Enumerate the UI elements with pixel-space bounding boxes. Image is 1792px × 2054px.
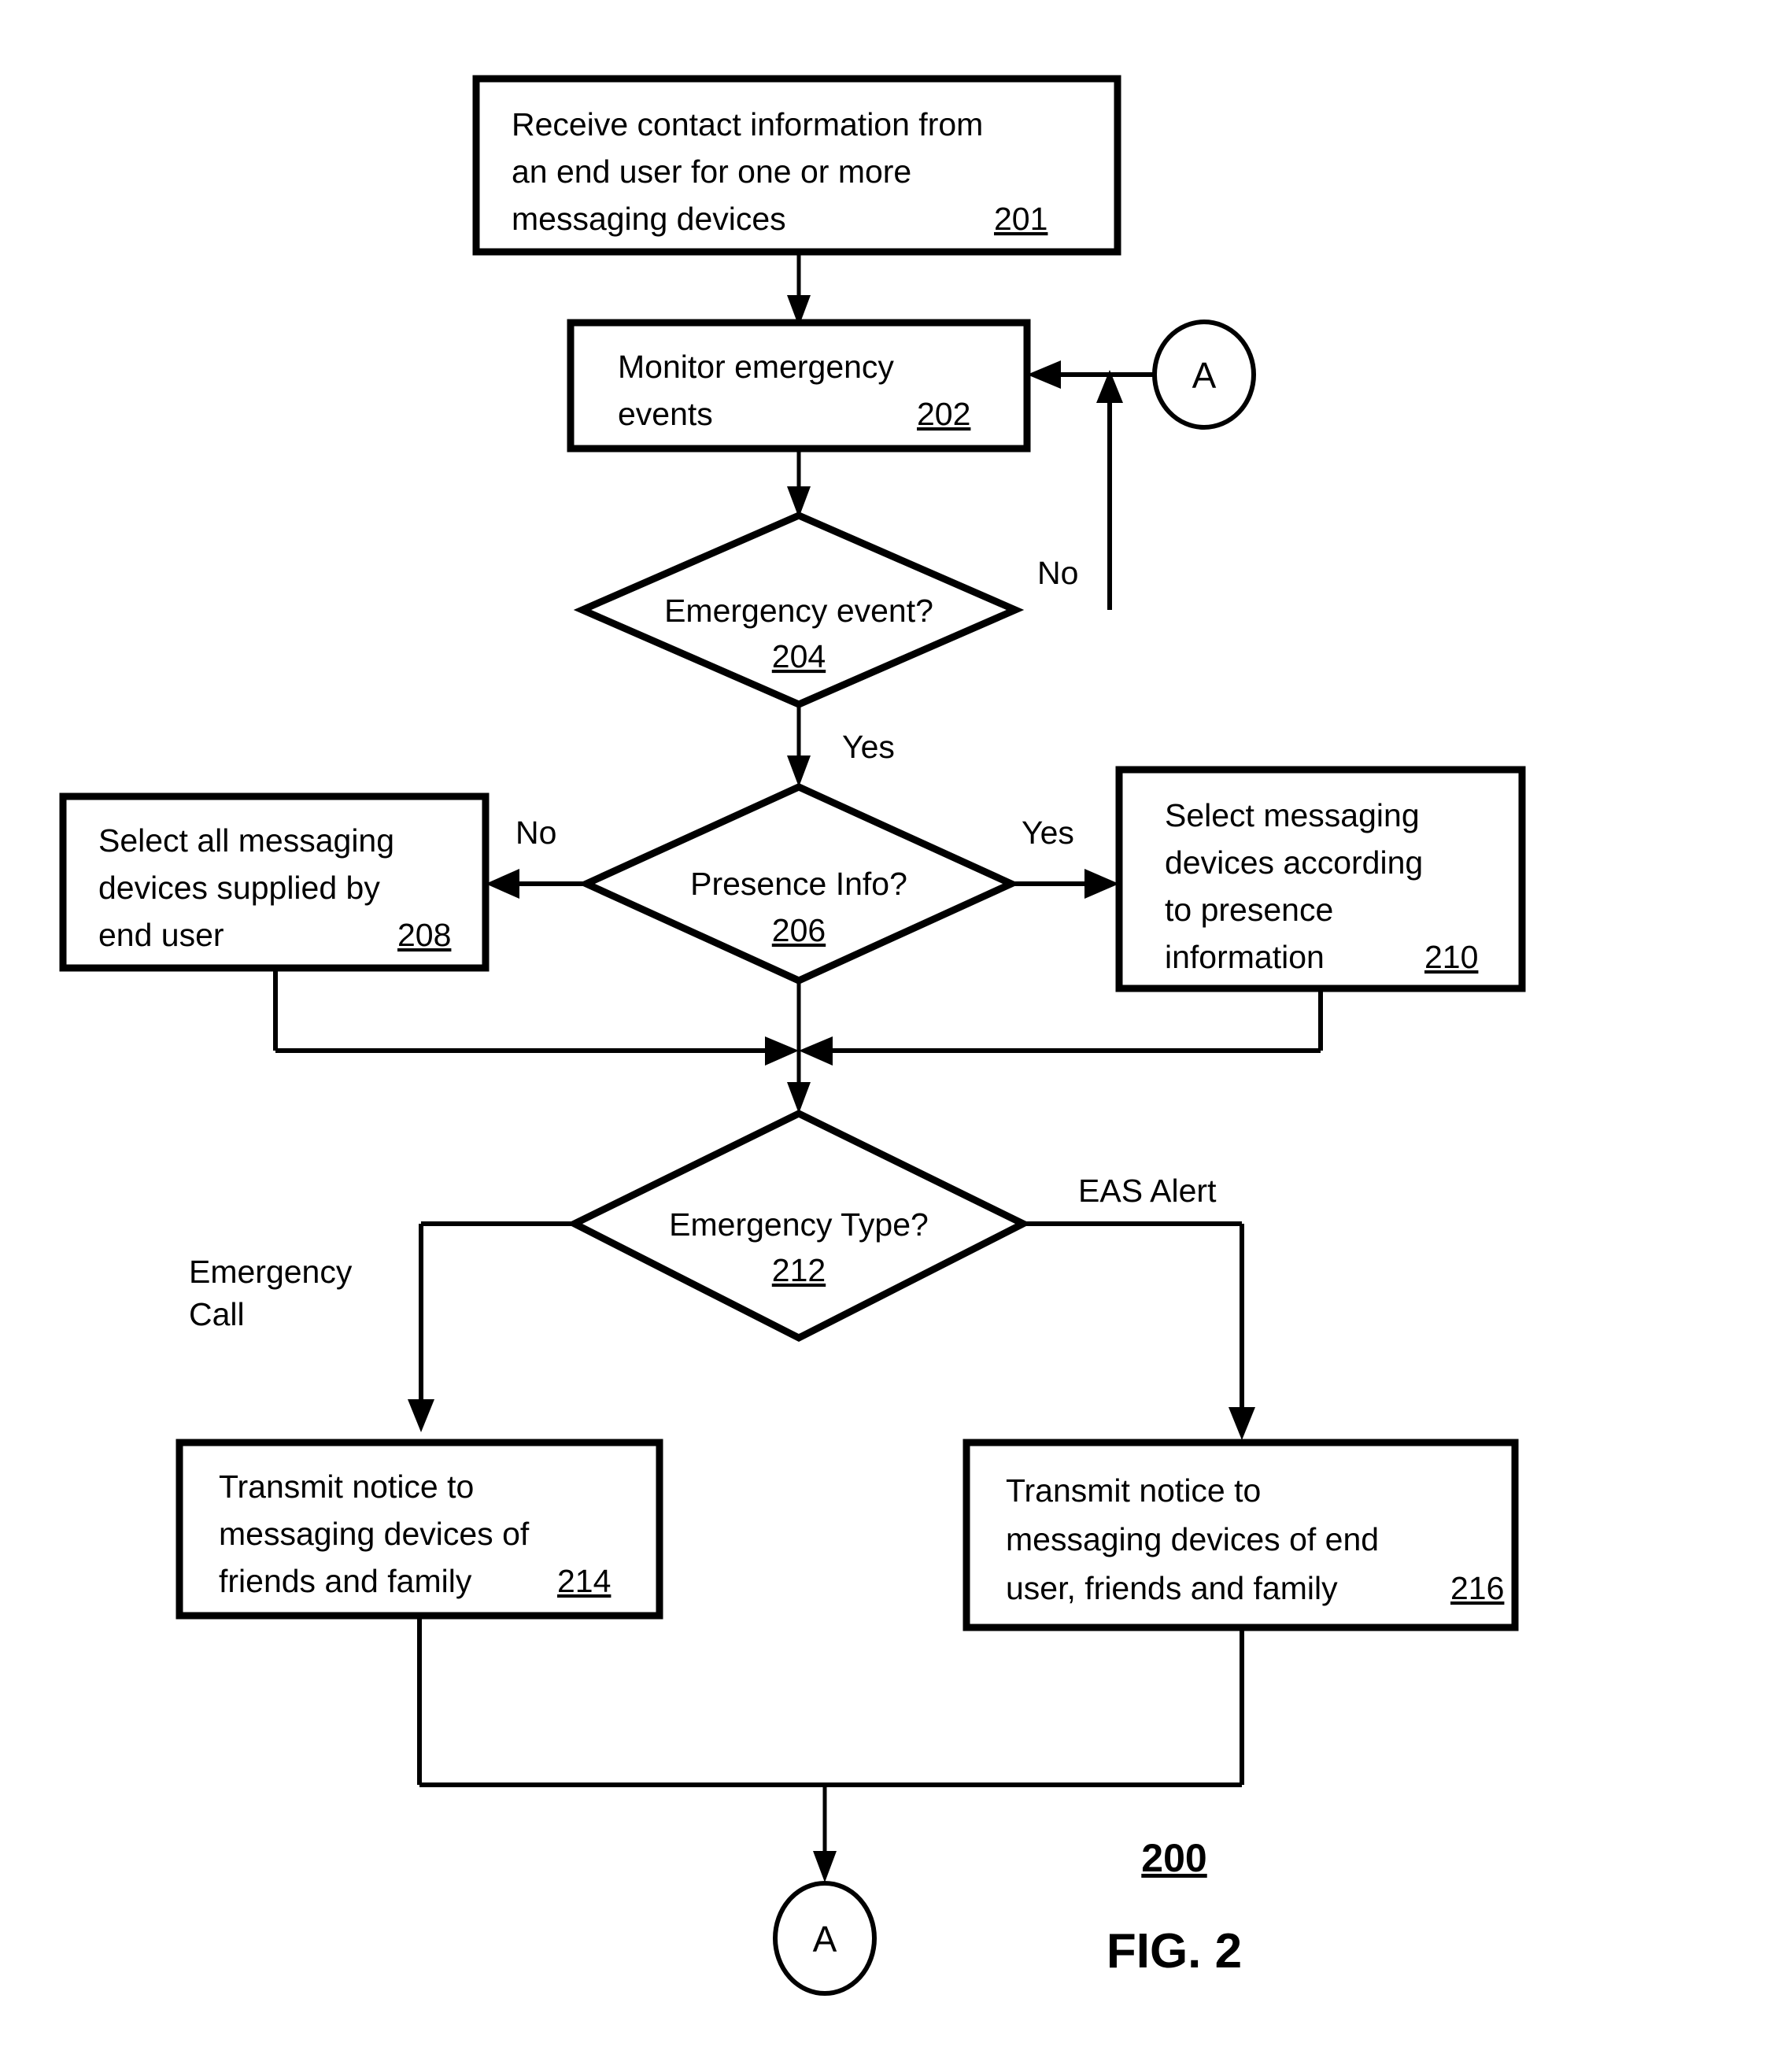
edge-212-to-214: Emergency Call	[189, 1221, 575, 1432]
edge-204-to-206: Yes	[787, 704, 895, 787]
edge-206-to-210: Yes	[1011, 815, 1119, 899]
arrowhead-212-214	[408, 1399, 434, 1432]
node-214-line-3: friends and family	[219, 1563, 472, 1599]
arrowhead-204-206	[787, 755, 811, 787]
node-204: Emergency event? 204	[573, 512, 1025, 708]
node-202: Monitor emergency events 202	[567, 319, 1031, 453]
connector-a-top-label: A	[1192, 355, 1217, 396]
node-212: Emergency Type? 212	[566, 1109, 1032, 1343]
connector-a-bottom-label: A	[813, 1919, 837, 1960]
node-206-line-1: Presence Info?	[690, 866, 907, 902]
node-210-line-1: Select messaging	[1165, 797, 1420, 833]
node-216: Transmit notice to messaging devices of …	[963, 1439, 1519, 1631]
node-216-line-3: user, friends and family	[1006, 1570, 1338, 1606]
node-201-line-1: Receive contact information from	[512, 106, 983, 142]
node-201-line-3: messaging devices	[512, 201, 786, 237]
node-208-line-2: devices supplied by	[98, 870, 380, 906]
node-202-line-1: Monitor emergency	[618, 349, 894, 385]
node-216-line-1: Transmit notice to	[1006, 1472, 1261, 1509]
node-210-line-2: devices according	[1165, 844, 1423, 881]
edge-label-emergency-call-line-2: Call	[189, 1296, 245, 1332]
node-201: Receive contact information from an end …	[472, 75, 1121, 256]
edge-label-event-yes: Yes	[842, 729, 895, 765]
node-210-line-4: information	[1165, 939, 1325, 975]
node-201-ref: 201	[994, 201, 1047, 237]
edge-202-to-204	[787, 449, 811, 518]
edge-204-no-loop: No	[1037, 370, 1123, 610]
flowchart-diagram: Receive contact information from an end …	[59, 75, 1526, 1996]
edge-label-presence-yes: Yes	[1022, 815, 1074, 851]
node-206-ref: 206	[772, 912, 826, 948]
node-204-line-1: Emergency event?	[664, 593, 933, 629]
node-206: Presence Info? 206	[578, 783, 1020, 985]
node-202-line-2: events	[618, 396, 713, 432]
node-210: Select messaging devices according to pr…	[1115, 766, 1526, 992]
node-210-ref: 210	[1424, 939, 1478, 975]
edge-206-to-208: No	[486, 815, 586, 899]
arrowhead-merge-down	[787, 1082, 811, 1114]
arrowhead-merge-right	[799, 1036, 833, 1066]
edge-connector-a-to-202	[1027, 360, 1155, 389]
node-214: Transmit notice to messaging devices of …	[176, 1439, 663, 1620]
figure-reference-number: 200	[1141, 1836, 1206, 1880]
node-214-line-1: Transmit notice to	[219, 1468, 474, 1505]
merge-junction-lower	[417, 1616, 1244, 1882]
node-208-line-1: Select all messaging	[98, 822, 394, 859]
arrowhead-212-216	[1229, 1407, 1255, 1440]
node-202-ref: 202	[917, 396, 970, 432]
node-208-line-3: end user	[98, 917, 224, 953]
node-214-ref: 214	[557, 1563, 611, 1599]
edge-212-to-216: EAS Alert	[1023, 1173, 1255, 1440]
node-212-ref: 212	[772, 1252, 826, 1288]
figure-container: Receive contact information from an end …	[0, 0, 1792, 2054]
arrowhead-lower-merge	[813, 1851, 837, 1882]
arrowhead-206-208	[486, 869, 519, 899]
node-204-ref: 204	[772, 638, 826, 674]
node-214-line-2: messaging devices of	[219, 1516, 530, 1552]
edge-label-emergency-call-line-1: Emergency	[189, 1254, 353, 1290]
node-216-ref: 216	[1450, 1570, 1504, 1606]
connector-a-top: A	[1152, 320, 1256, 430]
node-210-line-3: to presence	[1165, 892, 1333, 928]
edge-label-eas-alert: EAS Alert	[1078, 1173, 1217, 1209]
node-212-line-1: Emergency Type?	[669, 1206, 929, 1243]
node-208-ref: 208	[397, 917, 451, 953]
edge-201-to-202	[787, 252, 811, 327]
figure-caption: FIG. 2	[1107, 1924, 1242, 1978]
node-201-line-2: an end user for one or more	[512, 153, 911, 190]
node-208: Select all messaging devices supplied by…	[59, 792, 490, 972]
arrowhead-a-202	[1027, 360, 1061, 389]
edge-label-event-no: No	[1037, 555, 1078, 591]
arrowhead-206-210	[1084, 869, 1119, 899]
node-216-line-2: messaging devices of end	[1006, 1521, 1379, 1557]
edge-label-presence-no: No	[515, 815, 556, 851]
connector-a-bottom: A	[773, 1881, 877, 1996]
arrowhead-merge-left	[765, 1036, 799, 1066]
